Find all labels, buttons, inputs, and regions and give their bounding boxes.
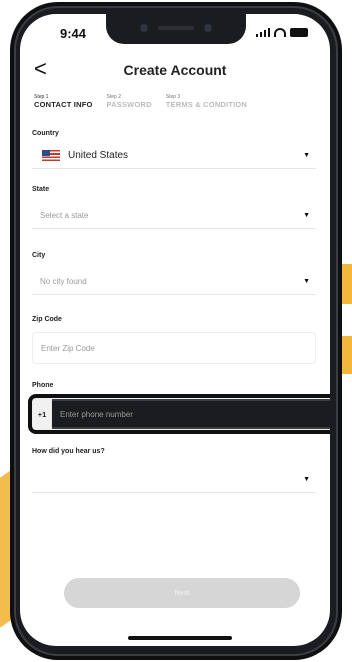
country-code-prefix[interactable]: +1 (33, 399, 52, 429)
signal-icon (256, 28, 270, 37)
status-bar: 9:44 (20, 24, 330, 44)
chevron-down-icon: ▼ (303, 211, 310, 219)
us-flag-icon (42, 149, 60, 161)
status-time: 9:44 (60, 26, 87, 41)
country-value: United States (68, 149, 129, 161)
battery-icon (290, 28, 308, 37)
step-terms[interactable]: Step 3 TERMS & CONDITION (166, 94, 247, 109)
phone-screen: 9:44 < Create Account Step 1 CONTACT INF… (20, 14, 330, 646)
phone-label: Phone (32, 382, 54, 389)
step-indicator: Step 1 CONTACT INFO Step 2 PASSWORD Step… (34, 94, 316, 109)
step-label: TERMS & CONDITION (165, 100, 248, 109)
zip-input[interactable]: Enter Zip Code (32, 332, 316, 364)
decorative-stripe (342, 336, 352, 374)
chevron-down-icon: ▼ (303, 151, 310, 159)
chevron-down-icon: ▼ (303, 277, 310, 285)
city-label: City (32, 252, 46, 259)
chevron-down-icon: ▼ (303, 475, 310, 483)
state-label: State (32, 186, 50, 193)
referral-label: How did you hear us? (32, 448, 105, 455)
decorative-stripe (342, 264, 352, 304)
status-icons (256, 28, 308, 37)
step-label: CONTACT INFO (34, 100, 93, 109)
state-placeholder: Select a state (40, 210, 89, 220)
country-label: Country (32, 130, 59, 137)
city-placeholder: No city found (40, 276, 87, 286)
country-select[interactable]: United States ▼ (32, 142, 316, 169)
home-indicator (128, 636, 232, 640)
step-password[interactable]: Step 2 PASSWORD (107, 94, 152, 109)
wifi-icon (274, 28, 286, 37)
referral-select[interactable]: ▼ (32, 466, 316, 493)
zip-placeholder: Enter Zip Code (41, 343, 95, 353)
city-select[interactable]: No city found ▼ (32, 268, 316, 295)
state-select[interactable]: Select a state ▼ (32, 202, 316, 229)
phone-input[interactable]: +1 Enter phone number (32, 398, 330, 430)
zip-label: Zip Code (32, 316, 62, 323)
step-contact-info[interactable]: Step 1 CONTACT INFO (34, 94, 93, 109)
phone-placeholder: Enter phone number (60, 409, 133, 419)
next-button[interactable]: Next (64, 578, 300, 608)
page-title: Create Account (123, 62, 227, 78)
app-header: < Create Account (20, 56, 330, 84)
step-label: PASSWORD (106, 100, 152, 109)
